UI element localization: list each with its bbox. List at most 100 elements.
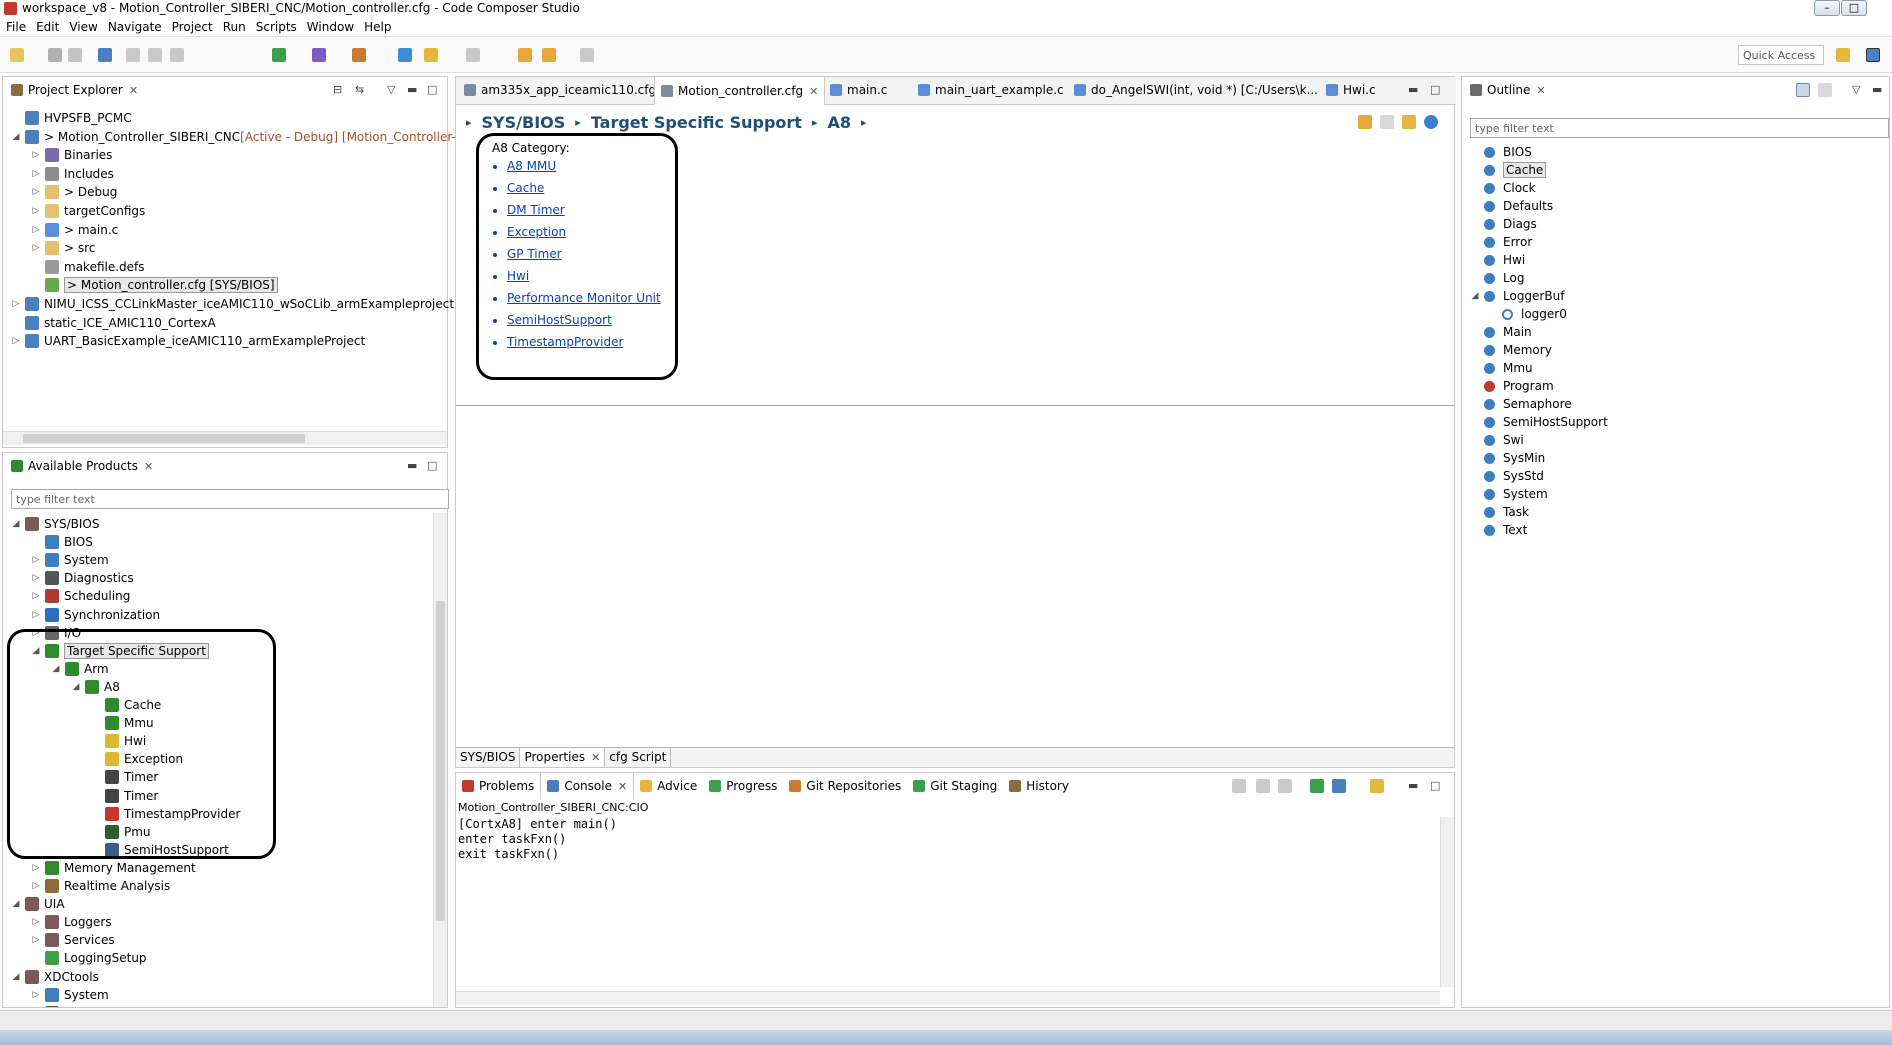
- collapsed-twisty-icon[interactable]: ▷: [31, 881, 41, 891]
- pin-console-icon[interactable]: [1310, 779, 1324, 793]
- minimize-icon[interactable]: ▬: [1872, 83, 1882, 96]
- maximize-icon[interactable]: □: [427, 83, 437, 96]
- menu-window[interactable]: Window: [301, 17, 358, 34]
- outline-item[interactable]: Main: [1470, 323, 1532, 341]
- expanded-twisty-icon[interactable]: ◢: [11, 972, 21, 982]
- project-tree-item[interactable]: ▷ targetConfigs: [31, 202, 145, 220]
- tree-view-icon[interactable]: [1796, 83, 1810, 97]
- tab-outline[interactable]: Outline ✕: [1464, 77, 1552, 103]
- help-icon[interactable]: [1424, 115, 1438, 129]
- collapsed-twisty-icon[interactable]: ▷: [31, 917, 41, 927]
- close-icon[interactable]: ✕: [591, 751, 600, 764]
- save-icon[interactable]: [48, 48, 62, 62]
- outline-item[interactable]: Semaphore: [1470, 395, 1572, 413]
- collapsed-twisty-icon[interactable]: ▷: [31, 990, 41, 1000]
- project-tree-item[interactable]: static_ICE_AMIC110_CortexA: [11, 314, 216, 332]
- outline-item[interactable]: Cache: [1470, 161, 1547, 179]
- products-tree-item[interactable]: ▷Diagnostics: [31, 1004, 134, 1007]
- outline-item[interactable]: BIOS: [1470, 143, 1532, 161]
- project-tree-item[interactable]: > Motion_controller.cfg [SYS/BIOS]: [31, 276, 278, 294]
- minimize-button[interactable]: –: [1814, 0, 1840, 16]
- back-icon[interactable]: [1358, 115, 1372, 129]
- clear-console-icon[interactable]: [1232, 779, 1246, 793]
- outline-item[interactable]: SysStd: [1470, 467, 1544, 485]
- close-icon[interactable]: ✕: [618, 780, 627, 793]
- debug-icon[interactable]: [272, 48, 286, 62]
- outline-item[interactable]: Program: [1470, 377, 1554, 395]
- outline-item[interactable]: Hwi: [1470, 251, 1525, 269]
- outline-item[interactable]: System: [1470, 485, 1548, 503]
- outline-filter-input[interactable]: type filter text: [1470, 118, 1889, 138]
- word-wrap-icon[interactable]: [1278, 779, 1292, 793]
- link-editor-icon[interactable]: ⇆: [355, 83, 364, 96]
- menu-view[interactable]: View: [63, 17, 101, 34]
- editor-page-tab[interactable]: cfg Script: [605, 748, 672, 767]
- horizontal-scrollbar[interactable]: [3, 431, 447, 445]
- outline-item[interactable]: Memory: [1470, 341, 1552, 359]
- console-output[interactable]: [CortxA8] enter main() enter taskFxn() exi…: [458, 817, 1438, 987]
- console-tab[interactable]: Advice: [634, 773, 703, 799]
- back-nav-icon[interactable]: [518, 48, 532, 62]
- collapsed-twisty-icon[interactable]: ▷: [31, 150, 41, 160]
- perspective-icon[interactable]: [1866, 48, 1880, 62]
- close-icon[interactable]: ✕: [809, 85, 818, 98]
- products-tree-item[interactable]: ▷ Services: [31, 931, 115, 949]
- collapsed-twisty-icon[interactable]: ▷: [31, 591, 41, 601]
- products-tree-item[interactable]: ▷ Loggers: [31, 913, 112, 931]
- editor-tab[interactable]: main.c: [824, 77, 893, 103]
- vertical-scrollbar[interactable]: [433, 513, 447, 1007]
- list-view-icon[interactable]: [1818, 83, 1832, 97]
- outline-item[interactable]: Error: [1470, 233, 1532, 251]
- console-icon[interactable]: [98, 48, 112, 62]
- project-tree-item[interactable]: ▷ > src: [31, 239, 95, 257]
- maximize-icon[interactable]: □: [427, 459, 437, 472]
- expanded-twisty-icon[interactable]: ◢: [11, 132, 21, 142]
- project-tree-item[interactable]: HVPSFB_PCMC: [11, 109, 132, 127]
- toggle-icon[interactable]: [466, 48, 480, 62]
- breadcrumb-a8[interactable]: A8: [827, 113, 851, 132]
- console-tab[interactable]: Problems: [456, 773, 540, 799]
- menu-help[interactable]: Help: [358, 17, 395, 34]
- view-menu-icon[interactable]: ▽: [1852, 83, 1860, 96]
- display-console-icon[interactable]: [1332, 779, 1346, 793]
- project-tree-item[interactable]: ◢ > Motion_Controller_SIBERI_CNC [Active …: [11, 128, 495, 146]
- minimize-icon[interactable]: ▬: [1408, 83, 1418, 96]
- outline-item[interactable]: Swi: [1470, 431, 1524, 449]
- products-tree-item[interactable]: LoggingSetup: [31, 949, 147, 967]
- editor-page-tab[interactable]: Properties ✕: [520, 748, 606, 767]
- products-tree-item[interactable]: ▷ System: [31, 551, 109, 569]
- outline-item[interactable]: Text: [1470, 521, 1527, 539]
- forward-icon[interactable]: [580, 48, 594, 62]
- products-tree-item[interactable]: ▷ Realtime Analysis: [31, 877, 170, 895]
- outline-item[interactable]: Clock: [1470, 179, 1536, 197]
- products-tree-item[interactable]: ▷ Synchronization: [31, 606, 160, 624]
- breadcrumb-sysbios[interactable]: SYS/BIOS: [482, 113, 566, 132]
- editor-tab[interactable]: Hwi.c: [1320, 77, 1382, 103]
- products-tree-item[interactable]: ▷ System: [31, 986, 109, 1004]
- outline-item[interactable]: Diags: [1470, 215, 1537, 233]
- collapsed-twisty-icon[interactable]: ▷: [31, 225, 41, 235]
- project-tree-item[interactable]: ▷ > main.c: [31, 221, 118, 239]
- resume-icon[interactable]: [126, 48, 140, 62]
- outline-item[interactable]: ◢ LoggerBuf: [1470, 287, 1565, 305]
- console-tab[interactable]: Git Staging: [907, 773, 1003, 799]
- menu-navigate[interactable]: Navigate: [102, 17, 166, 34]
- project-tree-item[interactable]: ▷ NIMU_ICSS_CCLinkMaster_iceAMIC110_wSoCL…: [11, 295, 454, 313]
- products-tree-item[interactable]: BIOS: [31, 533, 93, 551]
- menu-edit[interactable]: Edit: [30, 17, 63, 34]
- collapsed-twisty-icon[interactable]: ▷: [31, 206, 41, 216]
- collapsed-twisty-icon[interactable]: ▷: [31, 610, 41, 620]
- close-icon[interactable]: ✕: [144, 460, 153, 473]
- collapsed-twisty-icon[interactable]: ▷: [11, 299, 21, 309]
- forward-icon[interactable]: [1380, 115, 1394, 129]
- debug-config-icon[interactable]: [312, 48, 326, 62]
- editor-tab[interactable]: do_AngelSWI(int, void *) [C:/Users\k...: [1068, 77, 1324, 103]
- outline-item[interactable]: Mmu: [1470, 359, 1533, 377]
- products-tree-item[interactable]: ▷ Scheduling: [31, 587, 130, 605]
- new-icon[interactable]: [10, 48, 24, 62]
- outline-item[interactable]: Log: [1470, 269, 1524, 287]
- products-tree-item[interactable]: ◢ SYS/BIOS: [11, 515, 99, 533]
- menu-project[interactable]: Project: [166, 17, 217, 34]
- close-icon[interactable]: ✕: [129, 84, 138, 97]
- editor-tab[interactable]: am335x_app_iceamic110.cfg: [458, 77, 662, 103]
